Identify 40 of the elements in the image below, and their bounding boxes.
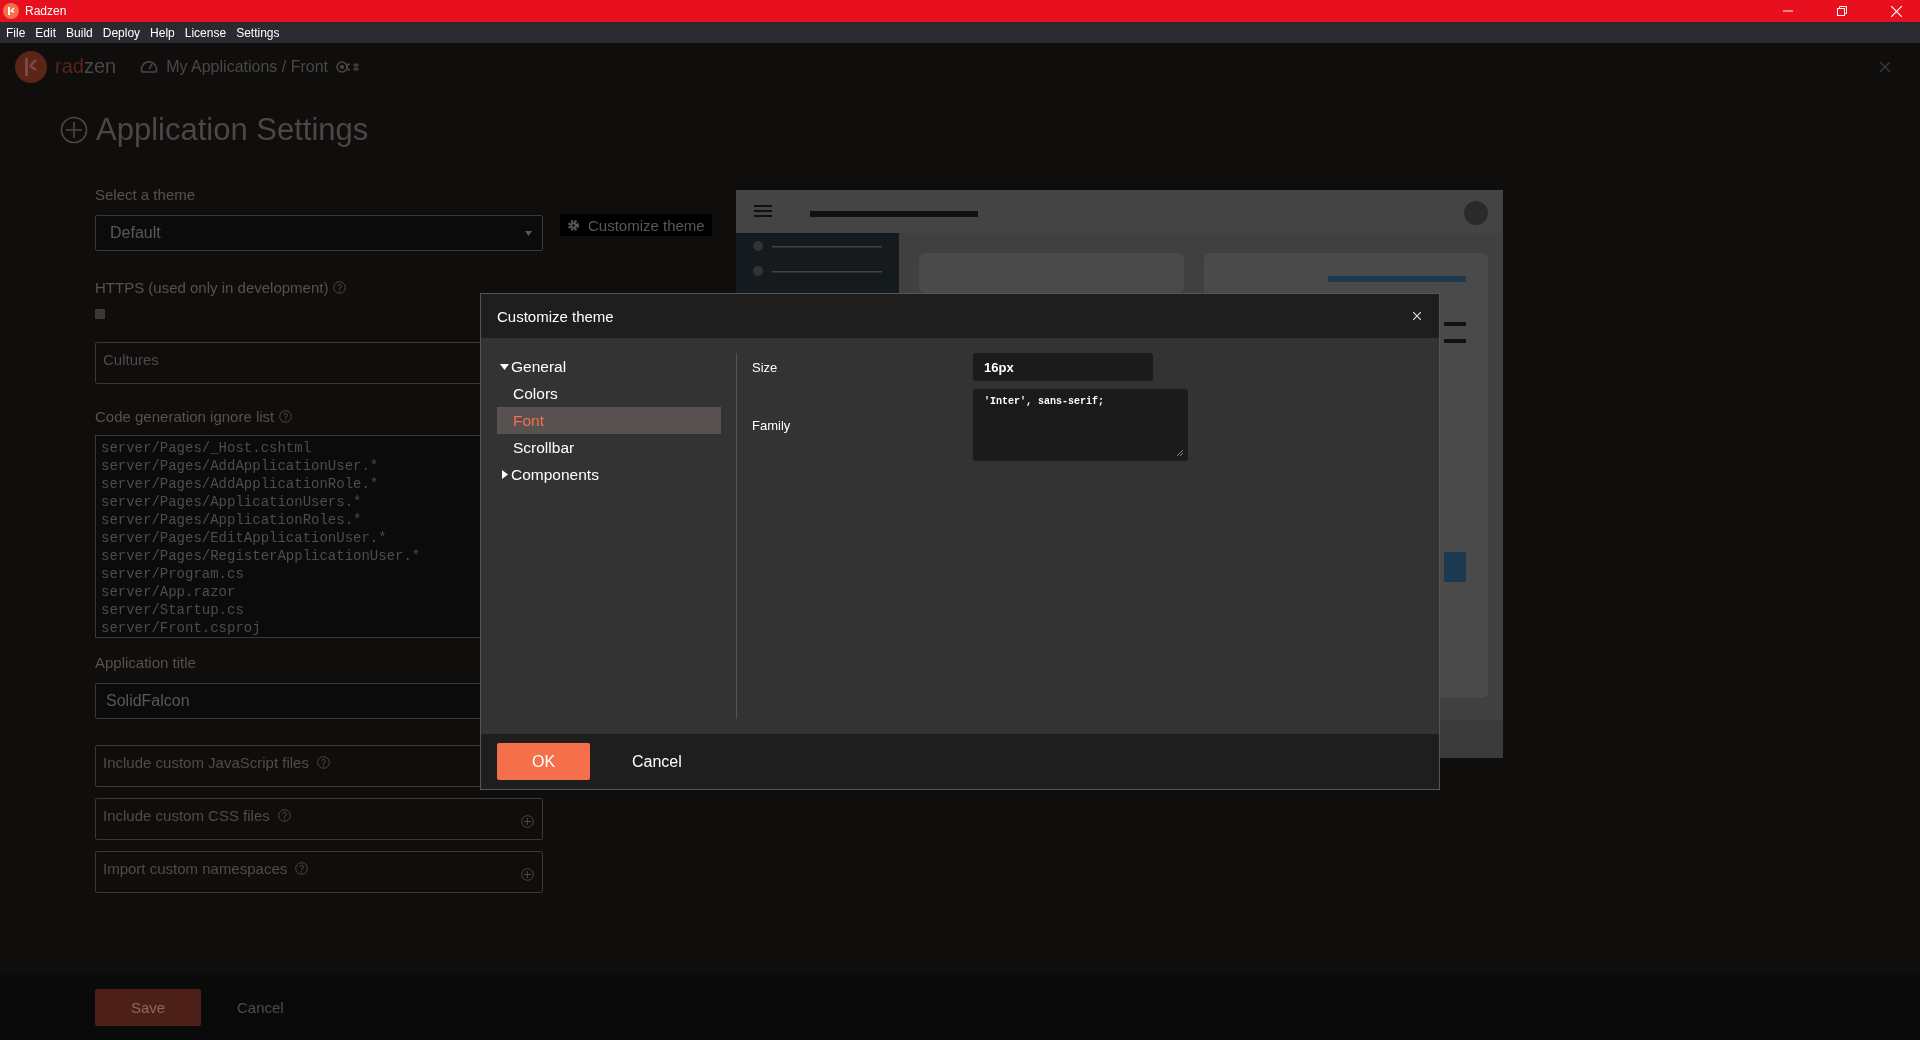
radzen-logo-icon [15,50,47,83]
menu-item[interactable]: File [6,25,26,40]
menu-item[interactable]: Edit [35,25,57,40]
menu-item[interactable]: Deploy [102,25,141,40]
field-label: Application title [95,654,196,671]
field-label: HTTPS (used only in development) [95,279,329,296]
help-icon[interactable] [277,809,291,822]
menu-item[interactable]: Settings [236,25,280,40]
gauge-icon[interactable] [140,58,159,75]
help-icon[interactable] [333,281,347,294]
cancel-button[interactable]: Cancel [626,751,688,772]
caret-icon [500,362,509,371]
family-textarea[interactable]: 'Inter', sans-serif; [973,389,1188,461]
add-icon[interactable] [521,815,534,828]
help-icon[interactable] [316,756,330,769]
csharp-icon [336,59,360,74]
menu-item[interactable]: Help [150,25,175,40]
help-icon[interactable] [295,862,309,875]
field-label: Select a theme [95,186,196,203]
caret-icon [525,230,532,236]
add-icon[interactable] [60,116,88,144]
dialog-title: Customize theme [497,307,614,325]
property-label: Size [752,359,779,375]
help-icon[interactable] [279,410,293,423]
restore-icon[interactable] [1837,6,1847,16]
app-logo-icon [3,3,19,19]
menu-item[interactable]: Build [66,25,93,40]
https-checkbox[interactable] [95,309,105,319]
breadcrumb: My Applications / Front [166,57,328,76]
add-icon[interactable] [521,868,534,881]
window-title: Radzen [25,4,67,18]
property-label: Family [752,417,792,433]
caret-icon [500,470,509,479]
field-label: Code generation ignore list [95,408,275,425]
page-title: Application Settings [96,112,369,148]
gear-icon [567,218,580,232]
resize-grip-icon[interactable] [1177,450,1183,456]
menu-item[interactable]: License [184,25,227,40]
logo-text: radzen [55,55,117,78]
size-input[interactable]: 16px [973,353,1153,381]
